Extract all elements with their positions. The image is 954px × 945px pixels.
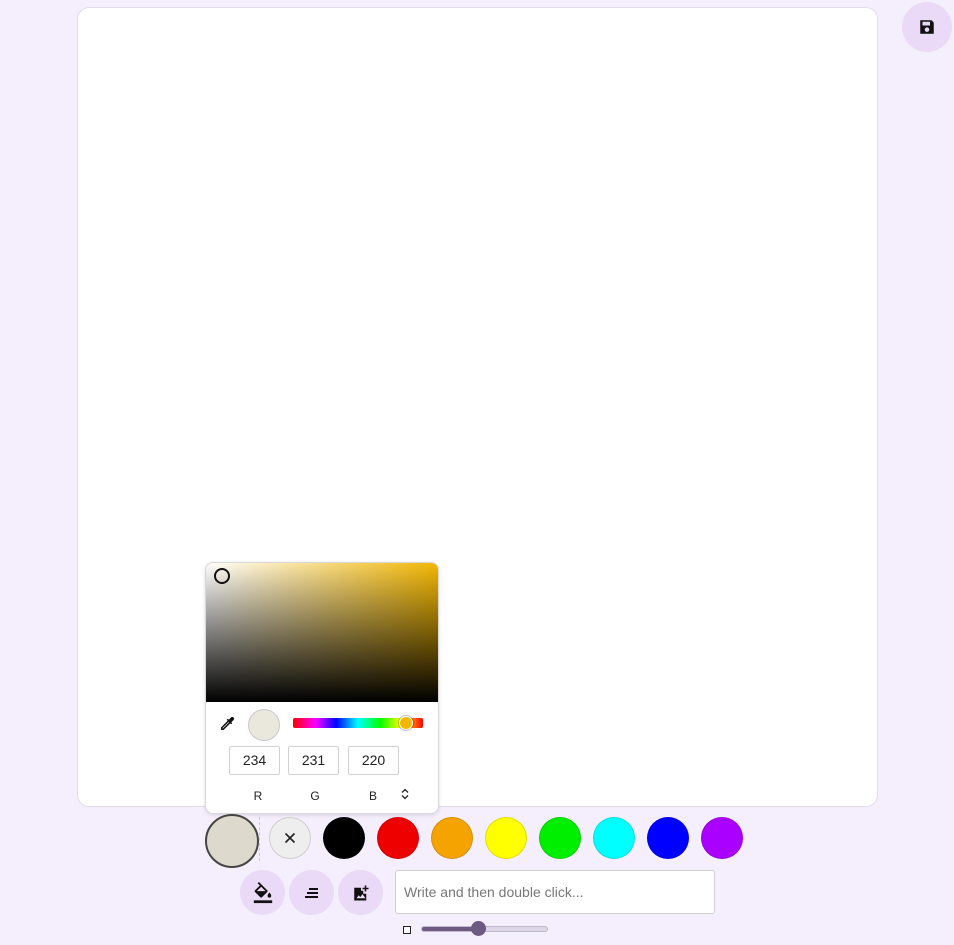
text-align-icon [304, 887, 318, 898]
fill-bucket-button[interactable] [240, 870, 285, 915]
green-input[interactable]: 231 [288, 746, 339, 775]
fill-bucket-icon [253, 881, 272, 903]
color-swatch[interactable] [539, 817, 581, 859]
color-swatch[interactable] [485, 817, 527, 859]
red-label: R [253, 789, 263, 803]
color-swatch[interactable] [323, 817, 365, 859]
saturation-cursor[interactable] [214, 568, 230, 584]
saturation-area[interactable] [206, 563, 438, 702]
add-image-button[interactable] [338, 870, 383, 915]
blue-input[interactable]: 220 [348, 746, 399, 775]
palette-divider [259, 817, 260, 861]
color-swatch[interactable] [377, 817, 419, 859]
close-icon [284, 832, 296, 844]
brush-size-fill [422, 927, 479, 931]
color-swatch[interactable] [593, 817, 635, 859]
brush-size-indicator [403, 926, 411, 934]
clear-color-button[interactable] [269, 817, 311, 859]
color-swatch[interactable] [431, 817, 473, 859]
red-input[interactable]: 234 [229, 746, 280, 775]
current-color-swatch[interactable] [205, 814, 259, 868]
color-swatch[interactable] [701, 817, 743, 859]
save-button[interactable] [902, 2, 952, 52]
add-image-icon [353, 885, 368, 900]
eyedropper-icon[interactable] [218, 715, 236, 733]
up-down-arrows-icon[interactable] [399, 787, 411, 801]
blue-label: B [368, 789, 377, 803]
green-label: G [310, 789, 320, 803]
drawing-canvas[interactable] [77, 7, 878, 807]
text-input[interactable] [395, 870, 715, 914]
color-picker-popover: 234 231 220 R G B [205, 562, 439, 814]
text-align-button[interactable] [289, 870, 334, 915]
floppy-disk-icon [920, 20, 934, 34]
brush-size-thumb[interactable] [471, 921, 487, 936]
selected-color-preview [248, 709, 280, 741]
hue-slider-thumb[interactable] [399, 716, 413, 730]
color-swatch[interactable] [647, 817, 689, 859]
